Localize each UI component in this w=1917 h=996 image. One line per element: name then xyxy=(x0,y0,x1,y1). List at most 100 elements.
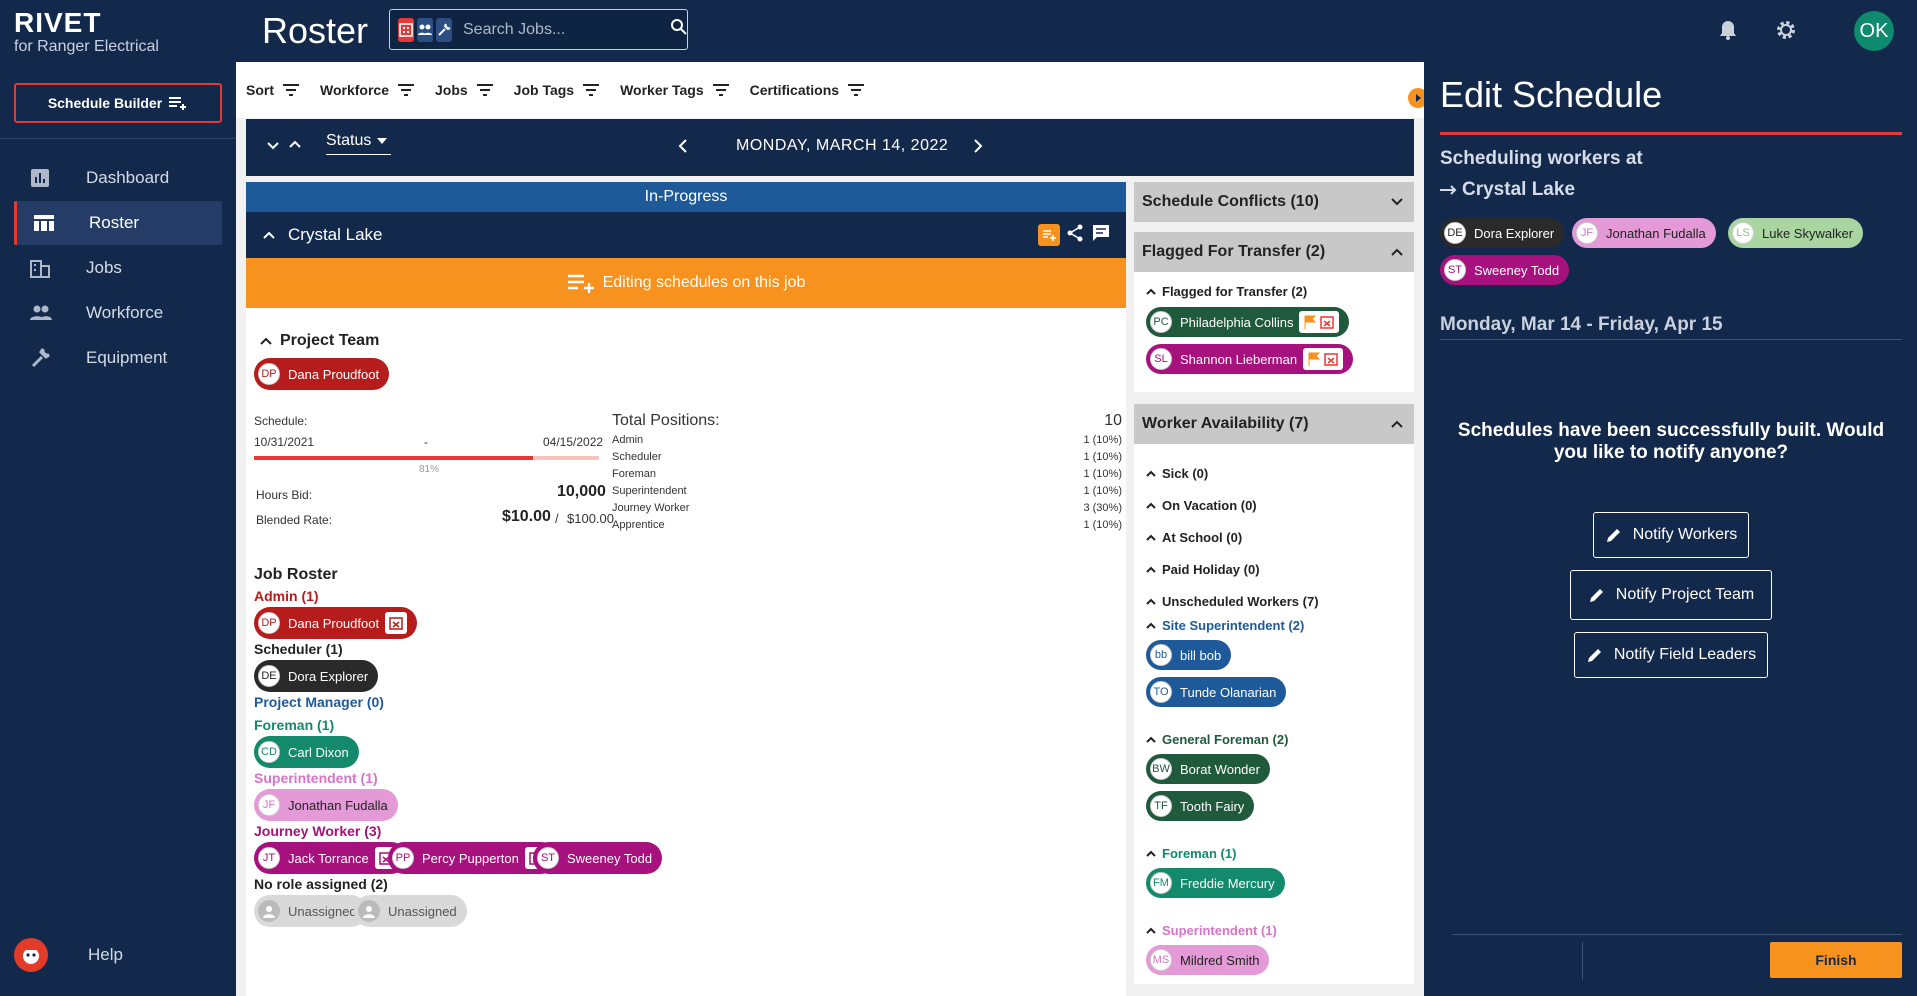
worker-chip[interactable]: SL Shannon Lieberman xyxy=(1146,344,1354,374)
availability-group[interactable]: Unscheduled Workers (7) xyxy=(1146,594,1319,609)
unassigned-chip[interactable]: Unassigned xyxy=(254,895,367,927)
user-avatar[interactable]: OK xyxy=(1854,11,1894,51)
unassigned-chip[interactable]: Unassigned xyxy=(354,895,467,927)
job-header[interactable]: Crystal Lake xyxy=(246,212,1126,258)
job-state-header: In-Progress xyxy=(246,182,1126,212)
bell-icon[interactable] xyxy=(1712,14,1744,46)
worker-chip[interactable]: bb bill bob xyxy=(1146,640,1232,670)
sidebar-item-dashboard[interactable]: Dashboard xyxy=(14,156,222,200)
sidebar-item-roster[interactable]: Roster xyxy=(14,201,222,245)
notify-workers-button[interactable]: Notify Workers xyxy=(1593,512,1749,558)
foreman-group[interactable]: Foreman (1) xyxy=(1146,846,1236,861)
avatar: TF xyxy=(1150,795,1172,817)
jobs-filter-icon[interactable] xyxy=(398,17,414,42)
schedule-progress-fill xyxy=(254,456,534,460)
sidebar-item-workforce[interactable]: Workforce xyxy=(14,291,222,335)
chevron-up-icon[interactable] xyxy=(262,230,276,240)
worker-chip[interactable]: PP Percy Pupperton xyxy=(388,842,557,874)
worker-chip[interactable]: TO Tunde Olanarian xyxy=(1146,677,1287,707)
position-role: Admin xyxy=(612,434,644,446)
sort-filter[interactable]: Sort xyxy=(246,82,300,98)
share-icon[interactable] xyxy=(1066,224,1084,247)
schedule-builder-button[interactable]: Schedule Builder xyxy=(14,83,222,123)
finish-button[interactable]: Finish xyxy=(1770,942,1902,978)
worker-chip[interactable]: MS Mildred Smith xyxy=(1146,945,1270,975)
search-icon[interactable] xyxy=(670,18,688,41)
certifications-filter[interactable]: Certifications xyxy=(750,82,865,98)
availability-group[interactable]: At School (0) xyxy=(1146,530,1242,545)
worker-chip[interactable]: JT Jack Torrance xyxy=(254,842,407,874)
filter-lines-icon xyxy=(397,84,414,96)
equipment-filter-icon[interactable] xyxy=(436,17,452,42)
worker-chip[interactable]: LS Luke Skywalker xyxy=(1728,218,1864,248)
worker-chip[interactable]: DE Dora Explorer xyxy=(254,660,379,692)
superintendent-group[interactable]: Superintendent (1) xyxy=(1146,923,1277,938)
next-day-icon[interactable] xyxy=(973,139,983,158)
job-tags-filter[interactable]: Job Tags xyxy=(514,82,600,98)
sidebar-item-equipment[interactable]: Equipment xyxy=(14,336,222,380)
blended-rate-separator: / xyxy=(555,511,559,526)
flag-icon[interactable] xyxy=(1299,311,1340,333)
notify-field-leaders-button[interactable]: Notify Field Leaders xyxy=(1574,632,1768,678)
worker-tags-filter[interactable]: Worker Tags xyxy=(620,82,730,98)
worker-chip[interactable]: BW Borat Wonder xyxy=(1146,754,1270,784)
panel-title: Worker Availability (7) xyxy=(1142,415,1309,432)
sidebar-item-jobs[interactable]: Jobs xyxy=(14,246,222,290)
jobs-filter[interactable]: Jobs xyxy=(435,82,494,98)
help-link[interactable]: Help xyxy=(14,938,123,972)
project-team-toggle[interactable]: Project Team xyxy=(260,332,379,350)
avatar: bb xyxy=(1150,644,1172,666)
notify-project-team-button[interactable]: Notify Project Team xyxy=(1570,570,1772,620)
worker-chip[interactable]: JF Jonathan Fudalla xyxy=(1572,218,1716,248)
search-input[interactable] xyxy=(463,20,670,39)
schedule-date-range: Monday, Mar 14 - Friday, Apr 15 xyxy=(1440,314,1723,335)
worker-chip[interactable]: ST Sweeney Todd xyxy=(533,842,663,874)
gear-icon[interactable] xyxy=(1770,14,1802,46)
worker-chip[interactable]: TF Tooth Fairy xyxy=(1146,791,1255,821)
avatar: DP xyxy=(258,363,280,385)
worker-chip[interactable]: CD Carl Dixon xyxy=(254,736,359,768)
status-dropdown[interactable]: Status xyxy=(326,132,392,155)
total-positions-title: Total Positions: xyxy=(612,412,720,429)
worker-availability-header[interactable]: Worker Availability (7) xyxy=(1134,404,1414,444)
flagged-transfer-toggle[interactable]: Flagged for Transfer (2) xyxy=(1146,284,1307,299)
availability-group[interactable]: Paid Holiday (0) xyxy=(1146,562,1260,577)
calendar-x-icon[interactable] xyxy=(385,612,408,634)
chevron-up-icon xyxy=(1146,598,1156,605)
flagged-transfer-header[interactable]: Flagged For Transfer (2) xyxy=(1134,232,1414,272)
schedule-dash: - xyxy=(424,435,428,449)
workers-filter-icon[interactable] xyxy=(417,17,433,42)
availability-group[interactable]: Sick (0) xyxy=(1146,466,1208,481)
previous-day-icon[interactable] xyxy=(678,139,688,158)
divider xyxy=(1440,339,1902,340)
flag-icon[interactable] xyxy=(1303,348,1344,370)
worker-chip[interactable]: DP Dana Proudfoot xyxy=(254,607,418,639)
app-logo[interactable]: RIVET for Ranger Electrical xyxy=(14,8,159,56)
worker-chip[interactable]: PC Philadelphia Collins xyxy=(1146,307,1350,337)
comment-icon[interactable] xyxy=(1092,224,1110,247)
sidebar-item-label: Roster xyxy=(89,213,140,232)
worker-chip[interactable]: FM Freddie Mercury xyxy=(1146,868,1285,898)
schedule-builder-icon[interactable] xyxy=(1038,224,1060,246)
workforce-filter[interactable]: Workforce xyxy=(320,82,415,98)
worker-name: Luke Skywalker xyxy=(1762,225,1854,241)
worker-chip[interactable]: DE Dora Explorer xyxy=(1440,218,1565,248)
schedule-conflicts-header[interactable]: Schedule Conflicts (10) xyxy=(1134,182,1414,222)
project-team-title: Project Team xyxy=(280,332,380,349)
filter-label: Workforce xyxy=(320,82,389,98)
schedule-builder-label: Schedule Builder xyxy=(47,95,163,111)
expand-all-icon[interactable] xyxy=(288,137,302,156)
chevron-down-icon xyxy=(1391,198,1403,206)
role-foreman: Foreman (1) xyxy=(254,717,335,733)
filter-label: Worker Tags xyxy=(620,82,704,98)
general-foreman-group[interactable]: General Foreman (2) xyxy=(1146,732,1288,747)
availability-group[interactable]: On Vacation (0) xyxy=(1146,498,1257,513)
worker-chip[interactable]: ST Sweeney Todd xyxy=(1440,255,1570,285)
site-superintendent-group[interactable]: Site Superintendent (2) xyxy=(1146,618,1304,633)
schedule-label: Schedule: xyxy=(254,414,308,428)
button-label: Notify Project Team xyxy=(1615,586,1755,603)
worker-chip[interactable]: DP Dana Proudfoot xyxy=(254,358,390,390)
worker-chip[interactable]: JF Jonathan Fudalla xyxy=(254,789,398,821)
collapse-all-icon[interactable] xyxy=(266,139,280,158)
worker-availability-body: Sick (0) On Vacation (0) At School (0) P… xyxy=(1134,444,1414,984)
